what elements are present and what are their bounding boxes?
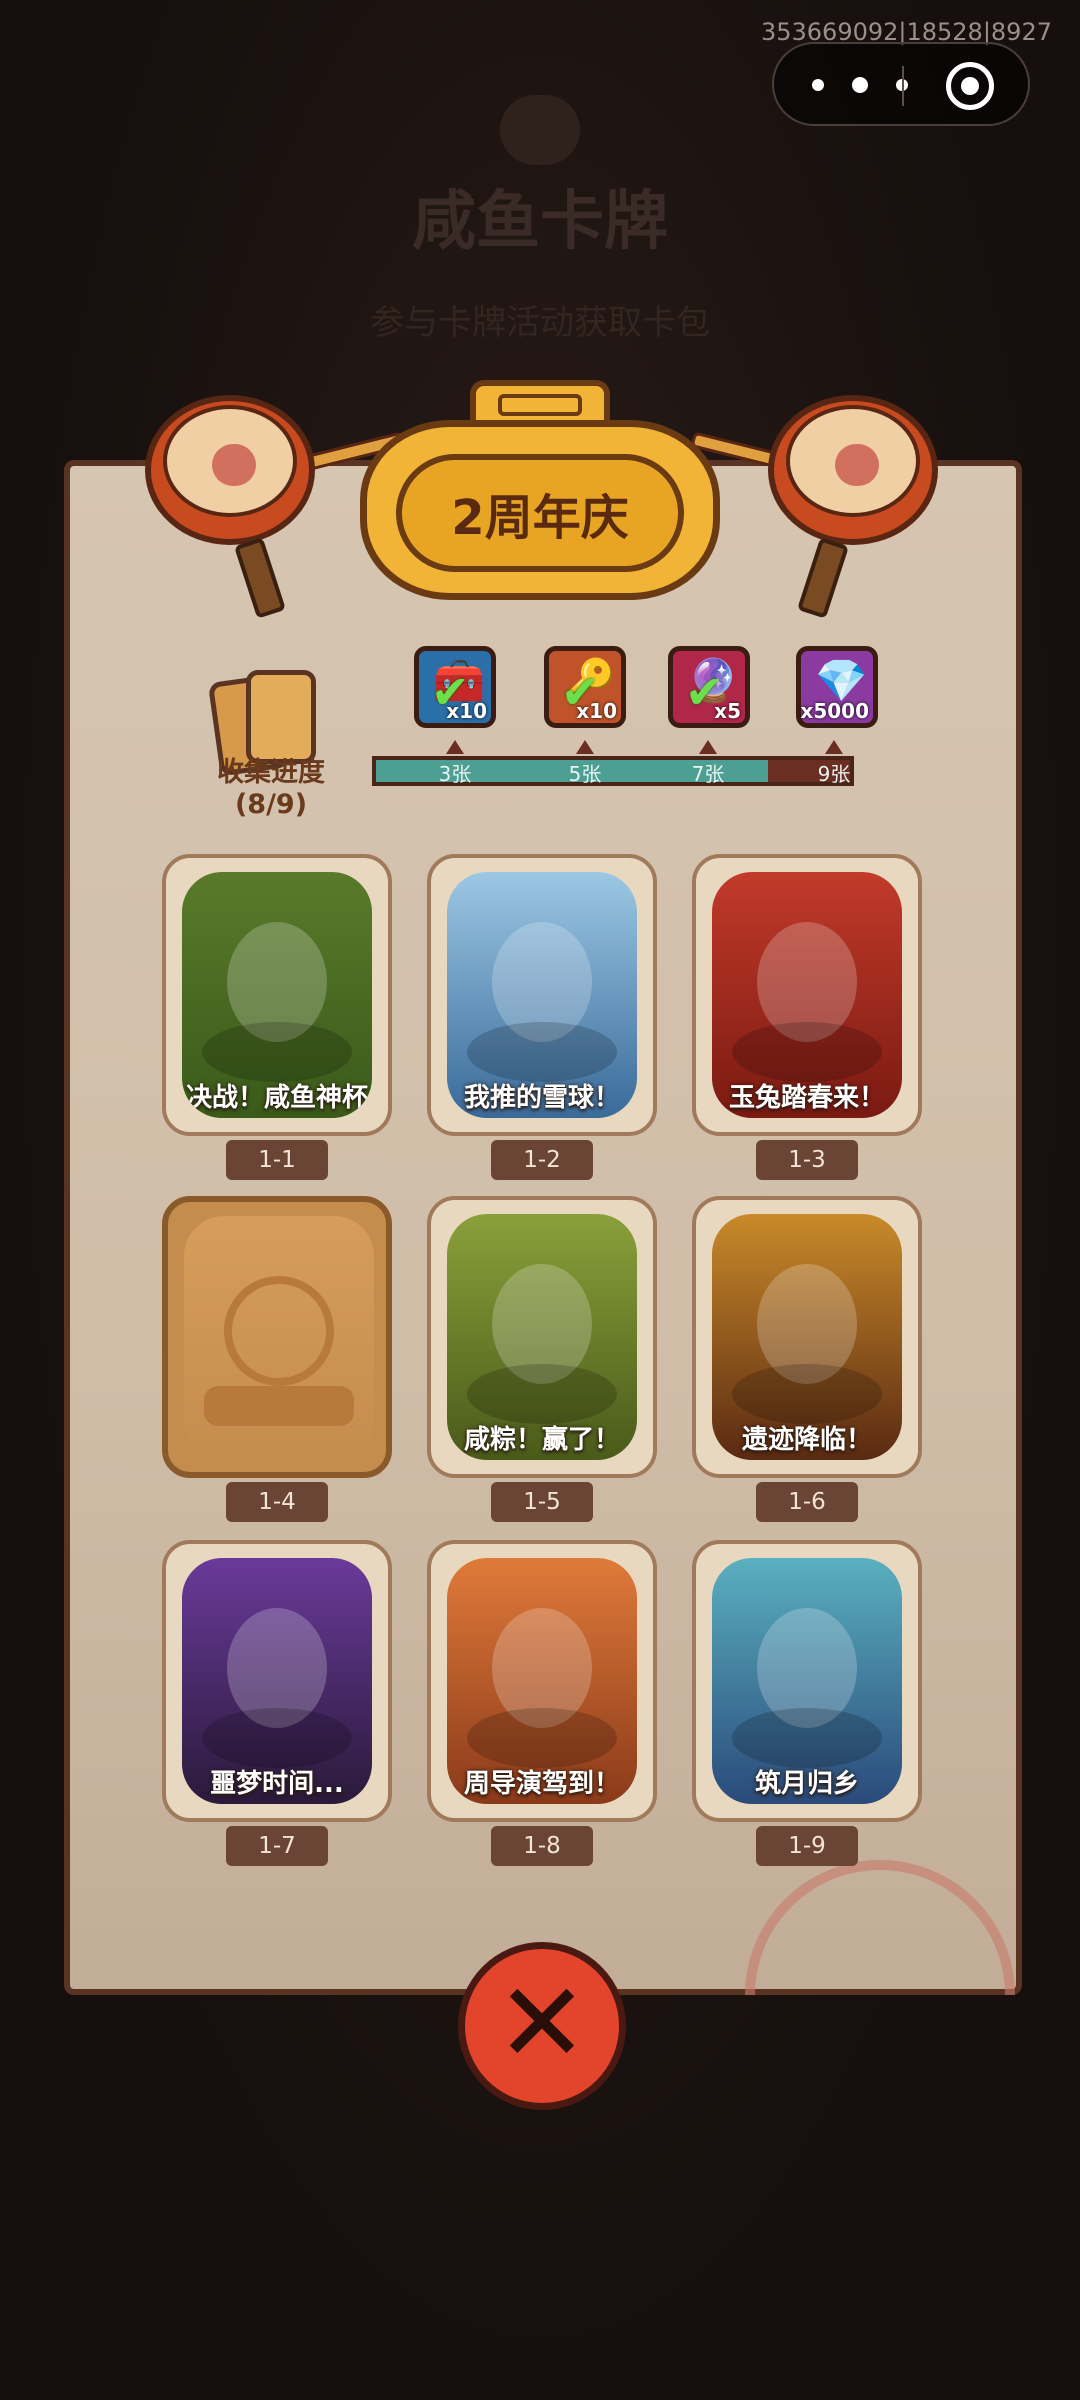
background-fish-icon: [500, 95, 580, 165]
reward-quantity: x5: [714, 699, 741, 723]
capsule-divider: [902, 66, 904, 106]
milestone-label: 7张: [691, 762, 725, 786]
card-title: 咸粽！赢了！: [463, 1425, 620, 1455]
card-title: 噩梦时间...: [210, 1769, 344, 1799]
card-number-label: 1-1: [226, 1140, 328, 1180]
card-artwork: 玉兔踏春来！: [712, 872, 902, 1118]
card-1-9[interactable]: 筑月归乡: [692, 1540, 922, 1822]
drum-left-icon: [145, 395, 315, 545]
diamond-icon: 💎: [815, 656, 868, 705]
card-title: 遗迹降临！: [741, 1425, 872, 1455]
milestone-marker: [446, 740, 464, 754]
card-artwork: 筑月归乡: [712, 1558, 902, 1804]
card-1-4[interactable]: [162, 1196, 392, 1478]
card-number-label: 1-5: [491, 1482, 593, 1522]
more-menu-icon[interactable]: [812, 70, 908, 100]
card-detail-shape: [202, 1708, 352, 1768]
milestone-label: 9张: [817, 762, 851, 786]
collection-progress-label: 收集进度(8/9): [217, 757, 325, 820]
reward-quantity: x10: [576, 699, 617, 723]
milestone-label: 5张: [568, 762, 602, 786]
card-number-label: 1-3: [756, 1140, 858, 1180]
card-artwork: 遗迹降临！: [712, 1214, 902, 1460]
card-detail-shape: [732, 1708, 882, 1768]
card-artwork: 咸粽！赢了！: [447, 1214, 637, 1460]
locked-silhouette-icon: [224, 1276, 334, 1386]
card-1-5[interactable]: 咸粽！赢了！: [427, 1196, 657, 1478]
milestone-marker: [576, 740, 594, 754]
mini-program-capsule: [772, 42, 1030, 126]
card-detail-shape: [732, 1022, 882, 1082]
anniversary-banner: 2周年庆: [360, 380, 720, 610]
exit-mini-program-icon[interactable]: [946, 62, 994, 110]
card-number-label: 1-2: [491, 1140, 593, 1180]
milestone-marker: [699, 740, 717, 754]
banner-title: 2周年庆: [396, 454, 684, 572]
card-number-label: 1-9: [756, 1826, 858, 1866]
close-icon: ✕: [495, 1959, 589, 2087]
card-title: 玉兔踏春来！: [728, 1083, 885, 1113]
card-number-label: 1-7: [226, 1826, 328, 1866]
card-detail-shape: [202, 1022, 352, 1082]
card-title: 决战！咸鱼神杯: [185, 1083, 368, 1113]
reward-1[interactable]: 🧰 ✔ x10: [414, 646, 496, 728]
card-1-3[interactable]: 玉兔踏春来！: [692, 854, 922, 1136]
reward-4[interactable]: 💎 x5000: [796, 646, 878, 728]
locked-silhouette-base: [204, 1386, 354, 1426]
card-1-1[interactable]: 决战！咸鱼神杯: [162, 854, 392, 1136]
background-title: 咸鱼卡牌: [412, 185, 668, 259]
milestone-marker: [825, 740, 843, 754]
card-artwork: 我推的雪球！: [447, 872, 637, 1118]
card-1-6[interactable]: 遗迹降临！: [692, 1196, 922, 1478]
card-detail-shape: [732, 1364, 882, 1424]
card-detail-shape: [467, 1022, 617, 1082]
card-number-label: 1-4: [226, 1482, 328, 1522]
card-detail-shape: [467, 1708, 617, 1768]
card-artwork: 周导演驾到！: [447, 1558, 637, 1804]
card-title: 我推的雪球！: [463, 1083, 620, 1113]
card-detail-shape: [467, 1364, 617, 1424]
card-artwork: 噩梦时间...: [182, 1558, 372, 1804]
card-number-label: 1-8: [491, 1826, 593, 1866]
reward-quantity: x5000: [800, 699, 869, 723]
card-number-label: 1-6: [756, 1482, 858, 1522]
card-1-8[interactable]: 周导演驾到！: [427, 1540, 657, 1822]
reward-quantity: x10: [446, 699, 487, 723]
reward-3[interactable]: 🔮 ✔ x5: [668, 646, 750, 728]
background-subtitle: 参与卡牌活动获取卡包: [370, 303, 710, 343]
drum-right-icon: [768, 395, 938, 545]
card-artwork: 决战！咸鱼神杯: [182, 872, 372, 1118]
milestone-label: 3张: [438, 762, 472, 786]
close-button[interactable]: ✕: [458, 1942, 626, 2110]
card-1-2[interactable]: 我推的雪球！: [427, 854, 657, 1136]
card-1-7[interactable]: 噩梦时间...: [162, 1540, 392, 1822]
card-title: 周导演驾到！: [463, 1769, 620, 1799]
card-title: 筑月归乡: [754, 1769, 859, 1799]
locked-card-artwork: [184, 1216, 374, 1462]
reward-2[interactable]: 🔑 ✔ x10: [544, 646, 626, 728]
